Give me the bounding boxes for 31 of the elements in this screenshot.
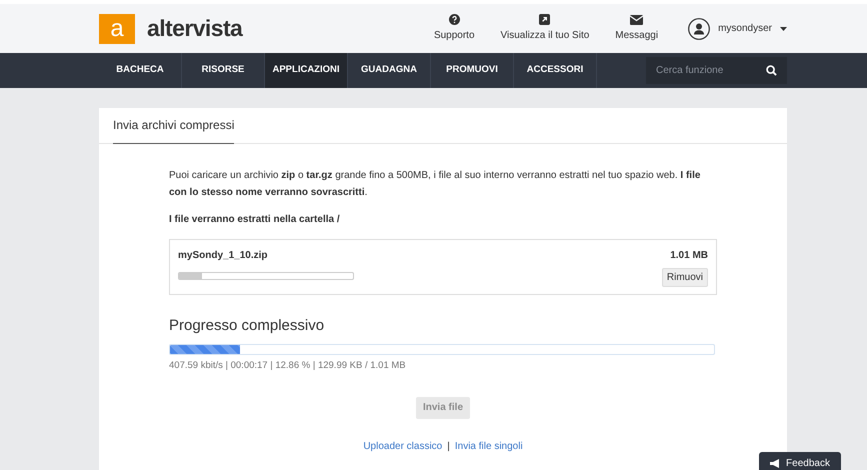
progress-stats: 407.59 kbit/s | 00:00:17 | 12.86 % | 129.99 KB / 1.01 MB xyxy=(169,358,407,372)
nav-tab[interactable]: GUADAGNA xyxy=(348,53,431,88)
header-link[interactable]: Messaggi xyxy=(615,14,658,42)
remove-button[interactable]: Rimuovi xyxy=(662,268,708,287)
caret-icon xyxy=(780,26,787,30)
search-field[interactable]: Cerca funzione xyxy=(646,57,787,84)
intro-text: Puoi caricare un archivio zip o tar.gz grande fino a 500MB, i file al suo interno verranno estratti nel tuo spazio web. I file con lo stesso nome verranno sovrascritti. xyxy=(169,169,702,200)
folder-note: I file verranno estratti nella cartella / xyxy=(169,213,341,227)
card-title: Invia archivi compressi xyxy=(113,116,234,144)
uploader-link[interactable]: Uploader classico xyxy=(363,438,442,454)
nav-tab[interactable]: APPLICAZIONI xyxy=(265,53,348,88)
external-link-icon xyxy=(539,14,550,25)
nav-tab[interactable]: BACHECA xyxy=(99,53,182,88)
user-avatar-icon xyxy=(688,18,710,40)
file-size: 1.01 MB xyxy=(670,249,708,263)
feedback-button[interactable]: Feedback xyxy=(759,452,841,470)
logo-text: altervista xyxy=(147,14,242,44)
uploader-link[interactable]: Invia file singoli xyxy=(454,438,523,454)
envelope-icon xyxy=(630,14,644,24)
logo-icon: a xyxy=(99,14,135,44)
nav-tab[interactable]: ACCESSORI xyxy=(514,53,597,88)
nav-tab[interactable]: PROMUOVI xyxy=(431,53,514,88)
header-link[interactable]: Supporto xyxy=(434,14,475,43)
separator: | xyxy=(447,440,450,454)
user-menu[interactable]: mysondyser xyxy=(688,18,787,40)
progress-title: Progresso complessivo xyxy=(169,316,326,336)
file-name: mySondy_1_10.zip xyxy=(178,249,268,263)
search-icon[interactable] xyxy=(766,65,777,76)
header-link[interactable]: Visualizza il tuo Sito xyxy=(500,14,590,43)
help-icon xyxy=(448,14,460,25)
megaphone-icon xyxy=(770,458,782,468)
